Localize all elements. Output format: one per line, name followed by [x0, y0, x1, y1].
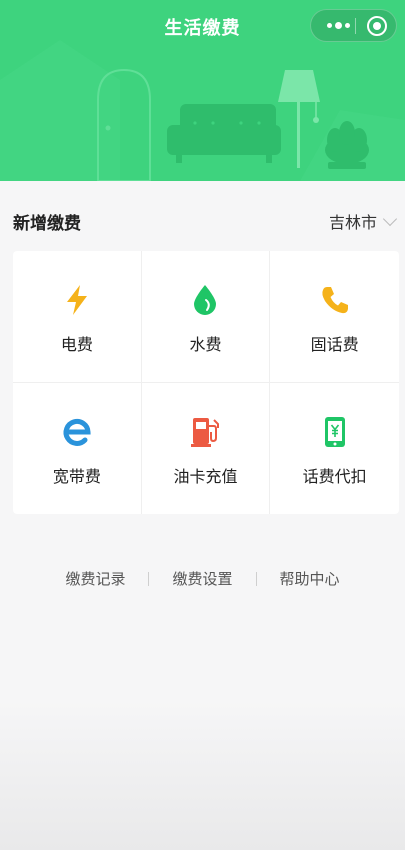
browser-e-icon: [59, 414, 95, 450]
mini-program-capsule: [310, 9, 397, 42]
mobile-yuan-icon: [317, 414, 353, 450]
section-title: 新增缴费: [13, 214, 81, 234]
fuel-pump-icon: [187, 414, 223, 450]
service-broadband[interactable]: 宽带费: [13, 382, 142, 514]
header-banner: 生活缴费: [0, 0, 405, 181]
service-label: 宽带费: [52, 466, 101, 486]
help-center-link[interactable]: 帮助中心: [257, 568, 363, 589]
lightning-icon: [59, 282, 95, 318]
service-label: 电费: [60, 335, 93, 354]
service-water[interactable]: 水费: [141, 251, 271, 383]
payment-services-grid: 电费 水费 固话费 宽带费 油卡充值 话费代扣: [13, 251, 399, 514]
footer-links: 缴费记录 缴费设置 帮助中心: [0, 568, 405, 589]
service-label: 水费: [189, 335, 222, 354]
close-mini-program-icon[interactable]: [367, 16, 387, 36]
service-label: 固话费: [310, 335, 359, 354]
phone-icon: [317, 282, 353, 318]
service-phone-bill-autopay[interactable]: 话费代扣: [270, 383, 399, 515]
payment-settings-link[interactable]: 缴费设置: [149, 568, 255, 589]
city-label: 吉林市: [328, 213, 377, 232]
payment-records-link[interactable]: 缴费记录: [42, 568, 148, 589]
service-label: 话费代扣: [302, 466, 367, 486]
service-fuel-card[interactable]: 油卡充值: [142, 382, 271, 514]
service-label: 油卡充值: [173, 466, 238, 486]
chevron-down-icon: [382, 211, 398, 226]
water-drop-icon: [187, 282, 223, 318]
city-selector[interactable]: 吉林市: [328, 209, 398, 233]
service-landline[interactable]: 固话费: [270, 251, 399, 383]
more-options-icon[interactable]: [323, 10, 353, 41]
service-electricity[interactable]: 电费: [13, 251, 142, 383]
capsule-divider: [355, 18, 356, 34]
